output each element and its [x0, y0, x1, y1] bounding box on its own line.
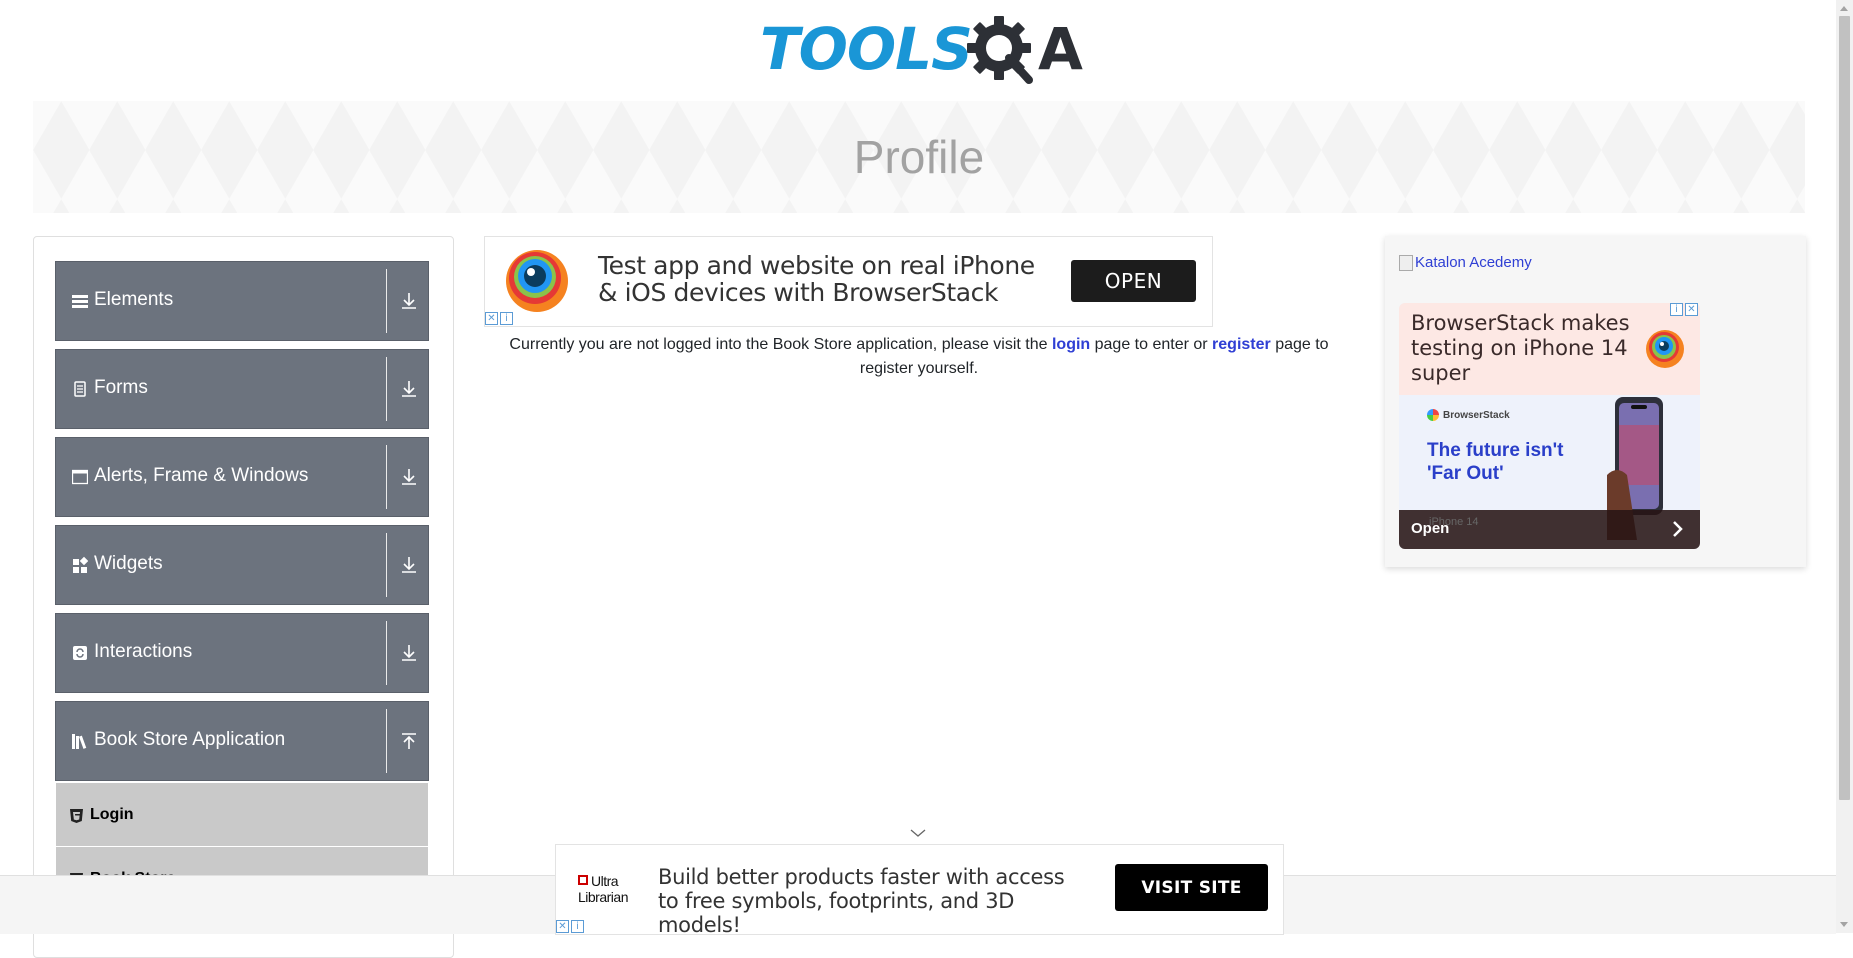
- close-icon[interactable]: ✕: [485, 312, 498, 325]
- logo-square-icon: [578, 875, 588, 885]
- ad-choices[interactable]: i ✕: [1670, 303, 1698, 316]
- brand-label: BrowserStack: [1427, 409, 1510, 421]
- sidebar-group-alerts[interactable]: Alerts, Frame & Windows: [55, 437, 429, 517]
- logo-suffix: A: [1038, 15, 1083, 83]
- iphone-ad-card[interactable]: BrowserStack makes testing on iPhone 14 …: [1399, 303, 1700, 549]
- gear-magnifier-icon: [967, 16, 1033, 84]
- divider: [386, 709, 387, 773]
- not-logged-in-message: Currently you are not logged into the Bo…: [484, 333, 1354, 381]
- message-text: page to enter or: [1090, 336, 1213, 353]
- broken-image-icon: [1399, 254, 1413, 271]
- interactions-icon: [73, 646, 87, 660]
- download-arrow-icon[interactable]: [396, 552, 422, 578]
- close-icon[interactable]: ✕: [1685, 303, 1698, 316]
- ad-cta-bar[interactable]: iPhone 14 Open: [1399, 510, 1700, 549]
- download-arrow-icon[interactable]: [396, 288, 422, 314]
- scrollbar-thumb[interactable]: [1839, 16, 1850, 800]
- sidebar-item-login[interactable]: Login: [56, 783, 428, 847]
- divider: [386, 269, 387, 333]
- chevron-down-icon[interactable]: [908, 826, 928, 840]
- logo-text: TOOLS: [760, 15, 973, 83]
- sidebar-group-label: Elements: [94, 289, 174, 310]
- register-link[interactable]: register: [1212, 336, 1271, 353]
- right-ad-panel: Katalon Acedemy BrowserStack makes testi…: [1385, 236, 1806, 567]
- sidebar-group-label: Interactions: [94, 641, 193, 662]
- document-icon: [74, 381, 86, 397]
- info-icon[interactable]: i: [500, 312, 513, 325]
- sidebar-group-label: Forms: [94, 377, 148, 398]
- ad-text: Test app and website on real iPhone & iO…: [598, 251, 1035, 307]
- ad-open-label[interactable]: Open: [1411, 520, 1449, 537]
- login-link[interactable]: login: [1052, 336, 1090, 353]
- books-icon: [72, 734, 87, 749]
- divider: [386, 357, 387, 421]
- ultralibrarian-logo: Ultra Librarian: [576, 873, 636, 909]
- ad-headline: BrowserStack makes testing on iPhone 14 …: [1411, 311, 1630, 385]
- sidebar-group-widgets[interactable]: Widgets: [55, 525, 429, 605]
- sidebar-item-label: Login: [90, 806, 134, 823]
- page-banner: Profile: [33, 101, 1805, 213]
- ad-choices[interactable]: ✕ i: [485, 312, 513, 325]
- window-icon: [72, 469, 88, 485]
- divider: [386, 445, 387, 509]
- browserstack-logo: [506, 250, 568, 312]
- sidebar-group-label: Widgets: [94, 553, 163, 574]
- info-icon[interactable]: i: [1670, 303, 1683, 316]
- download-arrow-icon[interactable]: [396, 464, 422, 490]
- sidebar-group-book-store-application[interactable]: Book Store Application: [55, 701, 429, 781]
- sidebar: Elements Forms Alerts, Frame & Windows W…: [33, 236, 454, 958]
- toolsqa-logo[interactable]: TOOLS A: [760, 14, 1083, 90]
- divider: [386, 533, 387, 597]
- browserstack-mini-icon: [1427, 409, 1439, 421]
- sidebar-group-interactions[interactable]: Interactions: [55, 613, 429, 693]
- brand-text: BrowserStack: [1443, 409, 1510, 421]
- sidebar-group-elements[interactable]: Elements: [55, 261, 429, 341]
- list-icon: [72, 295, 88, 308]
- upload-arrow-icon[interactable]: [396, 728, 422, 754]
- ad-text: Build better products faster with access…: [658, 865, 1065, 937]
- widgets-icon: [73, 556, 88, 573]
- broken-image-link[interactable]: Katalon Acedemy: [1399, 254, 1532, 271]
- ad-open-button[interactable]: OPEN: [1071, 260, 1196, 302]
- logo-line2: Librarian: [578, 889, 628, 905]
- download-arrow-icon[interactable]: [396, 376, 422, 402]
- info-icon[interactable]: i: [571, 920, 584, 933]
- close-icon[interactable]: ✕: [556, 920, 569, 933]
- image-alt-text: Katalon Acedemy: [1415, 254, 1532, 271]
- visit-site-button[interactable]: VISIT SITE: [1115, 864, 1268, 911]
- page-title: Profile: [853, 131, 985, 183]
- scroll-up-arrow-icon[interactable]: [1840, 6, 1848, 11]
- ultralibrarian-ad-banner[interactable]: Ultra Librarian Build better products fa…: [555, 844, 1284, 937]
- divider: [386, 621, 387, 685]
- sidebar-group-forms[interactable]: Forms: [55, 349, 429, 429]
- browserstack-ad-banner[interactable]: Test app and website on real iPhone & iO…: [484, 236, 1213, 327]
- html5-icon: [70, 809, 83, 823]
- browserstack-logo: [1646, 330, 1684, 368]
- page-scrollbar[interactable]: [1836, 0, 1853, 933]
- logo-line1: Ultra: [591, 873, 619, 889]
- ad-tagline: The future isn't 'Far Out': [1427, 440, 1564, 484]
- sidebar-group-label: Book Store Application: [94, 729, 286, 750]
- download-arrow-icon[interactable]: [396, 640, 422, 666]
- message-text: Currently you are not logged into the Bo…: [509, 336, 1052, 353]
- chevron-right-icon[interactable]: [1671, 520, 1685, 538]
- scroll-down-arrow-icon[interactable]: [1840, 922, 1848, 927]
- ad-choices[interactable]: ✕ i: [556, 920, 584, 933]
- ad-card-header: BrowserStack makes testing on iPhone 14 …: [1399, 303, 1700, 395]
- sidebar-group-label: Alerts, Frame & Windows: [94, 465, 309, 486]
